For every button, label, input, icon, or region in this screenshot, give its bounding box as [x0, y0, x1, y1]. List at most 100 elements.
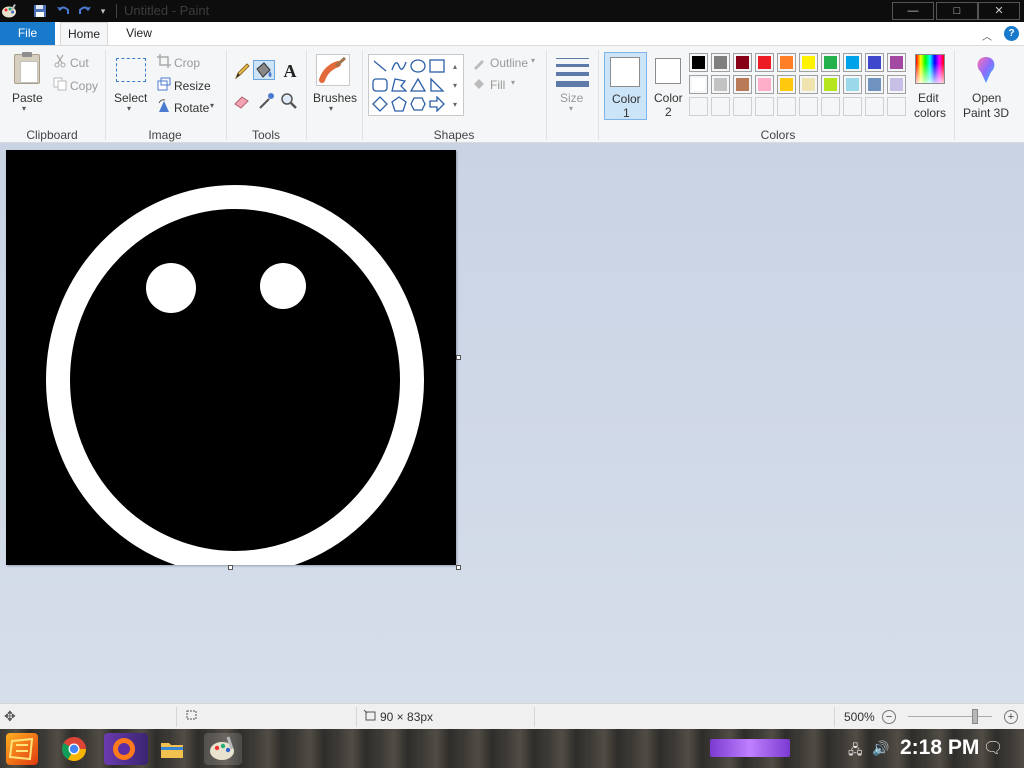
- shape-curve[interactable]: [390, 57, 408, 75]
- palette-color-swatch[interactable]: [711, 75, 730, 94]
- zoom-slider-thumb[interactable]: [972, 709, 979, 724]
- color2-button[interactable]: Color 2: [650, 52, 690, 120]
- close-button[interactable]: ✕: [978, 2, 1020, 20]
- file-explorer-icon[interactable]: [156, 733, 188, 765]
- palette-custom-slot[interactable]: [799, 97, 818, 116]
- shape-pentagon[interactable]: [390, 95, 408, 113]
- copy-button[interactable]: Copy: [70, 79, 98, 93]
- palette-custom-slot[interactable]: [821, 97, 840, 116]
- shape-polygon[interactable]: [390, 76, 408, 94]
- edit-colors-label[interactable]: Edit: [918, 91, 939, 105]
- maximize-button[interactable]: □: [936, 2, 978, 20]
- select-dropdown-icon[interactable]: ▾: [127, 104, 131, 113]
- palette-color-swatch[interactable]: [755, 75, 774, 94]
- outline-dropdown-icon[interactable]: ▾: [531, 56, 535, 65]
- palette-color-swatch[interactable]: [711, 53, 730, 72]
- resize-button[interactable]: Resize: [174, 79, 211, 93]
- eraser-tool[interactable]: [232, 91, 254, 111]
- shape-right-triangle[interactable]: [428, 76, 446, 94]
- shape-rounded-rectangle[interactable]: [371, 76, 389, 94]
- shape-right-arrow[interactable]: [428, 95, 446, 113]
- open-paint3d-label[interactable]: Open: [972, 91, 1001, 105]
- paint-taskbar-icon[interactable]: [204, 733, 242, 765]
- palette-color-swatch[interactable]: [865, 53, 884, 72]
- palette-color-swatch[interactable]: [733, 53, 752, 72]
- minimize-button[interactable]: —: [892, 2, 934, 20]
- edit-colors-label-2[interactable]: colors: [914, 106, 946, 120]
- shapes-scroll-up-icon[interactable]: ▴: [449, 57, 461, 75]
- brushes-button[interactable]: Brushes: [313, 91, 357, 105]
- palette-color-swatch[interactable]: [821, 53, 840, 72]
- palette-color-swatch[interactable]: [843, 75, 862, 94]
- palette-custom-slot[interactable]: [843, 97, 862, 116]
- clock[interactable]: 2:18 PM: [900, 736, 979, 760]
- shape-triangle[interactable]: [409, 76, 427, 94]
- edit-colors-icon[interactable]: [915, 54, 945, 84]
- shapes-scroll-down-icon[interactable]: ▾: [449, 76, 461, 94]
- save-icon[interactable]: [30, 2, 50, 20]
- pencil-tool[interactable]: [232, 61, 254, 81]
- redo-icon[interactable]: [76, 2, 94, 20]
- zoom-slider-track[interactable]: [908, 716, 992, 717]
- palette-color-swatch[interactable]: [799, 75, 818, 94]
- paste-dropdown-icon[interactable]: ▾: [22, 104, 26, 113]
- palette-color-swatch[interactable]: [755, 53, 774, 72]
- volume-icon[interactable]: 🔊: [872, 740, 889, 757]
- shape-line[interactable]: [371, 57, 389, 75]
- palette-custom-slot[interactable]: [865, 97, 884, 116]
- paint-app-icon[interactable]: [0, 2, 18, 20]
- resize-handle-bottom[interactable]: [228, 565, 233, 570]
- open-paint3d-label-2[interactable]: Paint 3D: [963, 106, 1009, 120]
- fill-dropdown-icon[interactable]: ▾: [511, 78, 515, 87]
- magnifier-tool[interactable]: [279, 91, 301, 111]
- zoom-out-button[interactable]: −: [882, 710, 896, 724]
- palette-custom-slot[interactable]: [711, 97, 730, 116]
- firefox-icon[interactable]: [104, 733, 148, 765]
- paint3d-icon[interactable]: [972, 54, 1000, 86]
- rotate-dropdown-icon[interactable]: ▾: [210, 101, 214, 110]
- palette-color-swatch[interactable]: [843, 53, 862, 72]
- shape-oval[interactable]: [409, 57, 427, 75]
- shape-hexagon[interactable]: [409, 95, 427, 113]
- palette-custom-slot[interactable]: [733, 97, 752, 116]
- palette-color-swatch[interactable]: [865, 75, 884, 94]
- palette-color-swatch[interactable]: [821, 75, 840, 94]
- drawing-canvas[interactable]: [6, 150, 456, 575]
- zoom-in-button[interactable]: +: [1004, 710, 1018, 724]
- size-dropdown-icon[interactable]: ▾: [569, 104, 573, 113]
- palette-custom-slot[interactable]: [777, 97, 796, 116]
- resize-handle-corner[interactable]: [456, 565, 461, 570]
- notifications-icon[interactable]: 🗨: [983, 738, 1003, 758]
- rotate-button[interactable]: Rotate: [174, 101, 209, 115]
- palette-color-swatch[interactable]: [799, 53, 818, 72]
- outline-button[interactable]: Outline: [490, 56, 528, 70]
- color-picker-tool[interactable]: [256, 91, 278, 111]
- collapse-ribbon-icon[interactable]: ︿: [982, 28, 992, 43]
- undo-icon[interactable]: [54, 2, 72, 20]
- customize-quick-access-icon[interactable]: ▾: [97, 2, 109, 20]
- start-button[interactable]: [6, 733, 38, 765]
- resize-handle-right[interactable]: [456, 355, 461, 360]
- fill-button[interactable]: Fill: [490, 78, 505, 92]
- brushes-icon[interactable]: [316, 54, 350, 86]
- network-icon[interactable]: 🖧: [848, 741, 863, 763]
- palette-color-swatch[interactable]: [887, 53, 906, 72]
- cut-button[interactable]: Cut: [70, 56, 89, 70]
- shapes-expand-icon[interactable]: ▾: [449, 95, 461, 113]
- size-icon[interactable]: [556, 58, 589, 92]
- brushes-dropdown-icon[interactable]: ▾: [329, 104, 333, 113]
- size-button[interactable]: Size: [560, 91, 583, 105]
- tab-home[interactable]: Home: [60, 22, 108, 45]
- fill-tool[interactable]: [253, 60, 275, 80]
- palette-color-swatch[interactable]: [689, 53, 708, 72]
- select-icon[interactable]: [116, 58, 146, 82]
- text-tool[interactable]: A: [279, 61, 301, 81]
- palette-color-swatch[interactable]: [733, 75, 752, 94]
- palette-color-swatch[interactable]: [777, 53, 796, 72]
- palette-custom-slot[interactable]: [755, 97, 774, 116]
- shape-rectangle[interactable]: [428, 57, 446, 75]
- help-icon[interactable]: ?: [1004, 26, 1019, 41]
- tab-view[interactable]: View: [116, 22, 162, 45]
- tab-file[interactable]: File: [0, 22, 55, 45]
- shape-diamond[interactable]: [371, 95, 389, 113]
